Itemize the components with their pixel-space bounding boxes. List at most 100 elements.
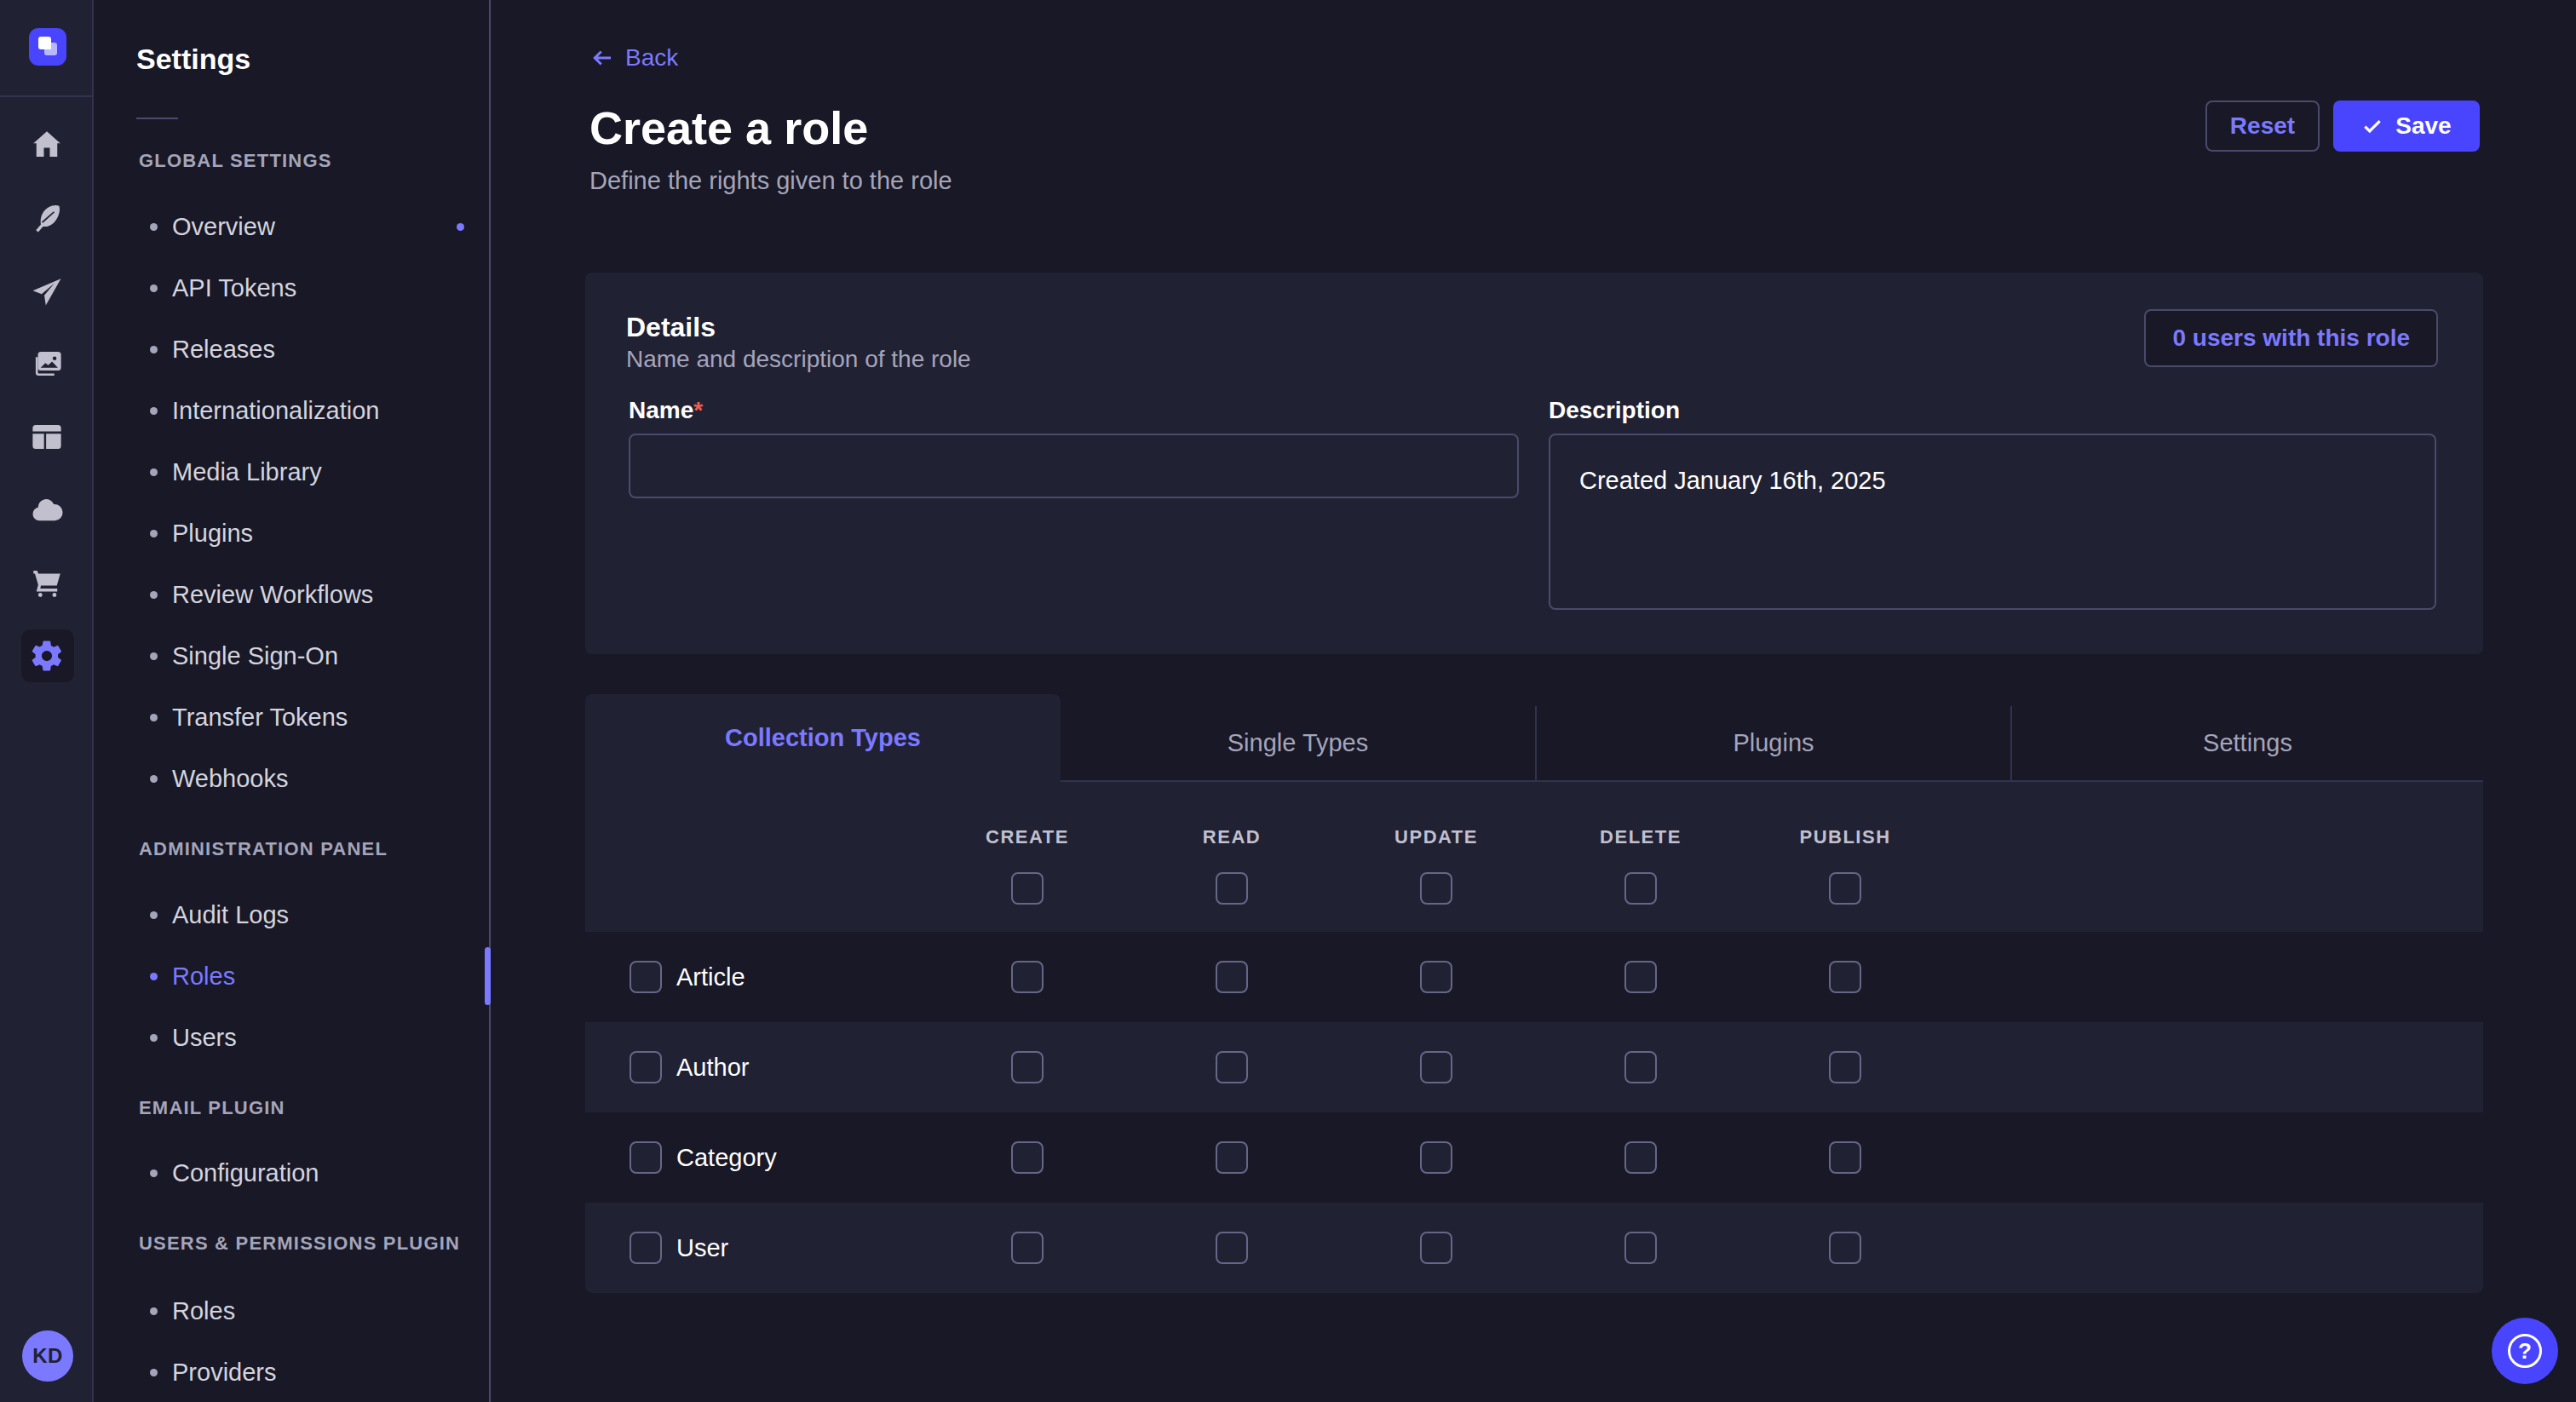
permission-row-author: Author — [585, 1022, 2483, 1112]
sidebar-item-label: Webhooks — [172, 765, 289, 793]
sidebar-item-media-library[interactable]: Media Library — [95, 441, 489, 503]
user-read-checkbox[interactable] — [1216, 1232, 1248, 1264]
save-button[interactable]: Save — [2333, 101, 2480, 152]
user-avatar[interactable]: KD — [22, 1330, 73, 1382]
nav-rail: KD — [0, 0, 94, 1402]
check-icon — [2361, 115, 2383, 137]
tab-plugins[interactable]: Plugins — [1535, 706, 2010, 780]
name-input[interactable] — [629, 434, 1519, 498]
description-label: Description — [1549, 397, 1680, 424]
select-all-read-checkbox[interactable] — [1216, 872, 1248, 905]
home-icon[interactable] — [26, 124, 67, 165]
sidebar-item-label: Roles — [172, 1297, 235, 1325]
user-publish-checkbox[interactable] — [1829, 1232, 1861, 1264]
sidebar-item-roles[interactable]: Roles — [95, 945, 489, 1007]
sidebar-title: Settings — [136, 38, 250, 79]
article-create-checkbox[interactable] — [1011, 961, 1044, 993]
author-read-checkbox[interactable] — [1216, 1051, 1248, 1083]
description-textarea[interactable]: Created January 16th, 2025 — [1549, 434, 2436, 610]
category-update-checkbox[interactable] — [1420, 1141, 1452, 1174]
media-library-icon[interactable] — [26, 343, 67, 384]
bullet-icon — [150, 714, 158, 721]
sidebar-item-api-tokens[interactable]: API Tokens — [95, 257, 489, 319]
bullet-icon — [150, 911, 158, 919]
cloud-icon[interactable] — [26, 490, 67, 531]
author-publish-checkbox[interactable] — [1829, 1051, 1861, 1083]
sidebar-item-label: Users — [172, 1024, 237, 1052]
select-all-create-checkbox[interactable] — [1011, 872, 1044, 905]
row-select-article-checkbox[interactable] — [630, 961, 662, 993]
article-read-checkbox[interactable] — [1216, 961, 1248, 993]
gear-icon[interactable] — [26, 635, 67, 676]
sidebar-item-transfer-tokens[interactable]: Transfer Tokens — [95, 687, 489, 748]
bullet-icon — [150, 468, 158, 476]
tab-single-types[interactable]: Single Types — [1061, 706, 1535, 780]
sidebar-item-label: Single Sign-On — [172, 642, 338, 670]
author-create-checkbox[interactable] — [1011, 1051, 1044, 1083]
user-delete-checkbox[interactable] — [1624, 1232, 1657, 1264]
sidebar-item-plugins[interactable]: Plugins — [95, 503, 489, 564]
sidebar-item-label: Internationalization — [172, 397, 379, 425]
tab-collection-types[interactable]: Collection Types — [585, 694, 1061, 782]
bullet-icon — [150, 775, 158, 783]
category-publish-checkbox[interactable] — [1829, 1141, 1861, 1174]
user-update-checkbox[interactable] — [1420, 1232, 1452, 1264]
strapi-logo[interactable] — [29, 28, 66, 66]
users-with-role-button[interactable]: 0 users with this role — [2144, 309, 2438, 367]
row-select-user-checkbox[interactable] — [630, 1232, 662, 1264]
column-header-publish: PUBLISH — [1743, 827, 1947, 848]
page-subtitle: Define the rights given to the role — [589, 167, 952, 194]
sidebar-item-label: API Tokens — [172, 274, 296, 302]
sidebar-item-webhooks[interactable]: Webhooks — [95, 748, 489, 809]
author-delete-checkbox[interactable] — [1624, 1051, 1657, 1083]
cart-icon[interactable] — [26, 562, 67, 603]
sidebar-item-single-sign-on[interactable]: Single Sign-On — [95, 625, 489, 687]
bullet-icon — [150, 284, 158, 292]
sidebar-item-releases[interactable]: Releases — [95, 319, 489, 380]
page-title: Create a role — [589, 103, 868, 152]
row-label: Author — [676, 1054, 925, 1082]
sidebar-section-label: ADMINISTRATION PANEL — [139, 837, 388, 861]
author-update-checkbox[interactable] — [1420, 1051, 1452, 1083]
row-label: User — [676, 1234, 925, 1262]
sidebar-item-overview[interactable]: Overview — [95, 196, 489, 257]
column-header-create: CREATE — [925, 827, 1130, 848]
sidebar-item-internationalization[interactable]: Internationalization — [95, 380, 489, 441]
select-all-publish-checkbox[interactable] — [1829, 872, 1861, 905]
article-delete-checkbox[interactable] — [1624, 961, 1657, 993]
bullet-icon — [150, 1307, 158, 1315]
article-update-checkbox[interactable] — [1420, 961, 1452, 993]
sidebar-item-roles[interactable]: Roles — [95, 1280, 489, 1342]
bullet-icon — [150, 530, 158, 537]
column-header-delete: DELETE — [1538, 827, 1743, 848]
sidebar-item-audit-logs[interactable]: Audit Logs — [95, 884, 489, 945]
sidebar-item-label: Plugins — [172, 520, 253, 548]
bullet-icon — [150, 1034, 158, 1042]
category-read-checkbox[interactable] — [1216, 1141, 1248, 1174]
help-button[interactable]: ? — [2492, 1318, 2558, 1384]
row-select-author-checkbox[interactable] — [630, 1051, 662, 1083]
sidebar-item-providers[interactable]: Providers — [95, 1342, 489, 1402]
article-publish-checkbox[interactable] — [1829, 961, 1861, 993]
layout-icon[interactable] — [26, 417, 67, 457]
select-all-delete-checkbox[interactable] — [1624, 872, 1657, 905]
sidebar-item-review-workflows[interactable]: Review Workflows — [95, 564, 489, 625]
sidebar-item-configuration[interactable]: Configuration — [95, 1142, 489, 1204]
tab-settings[interactable]: Settings — [2010, 706, 2483, 780]
bullet-icon — [150, 346, 158, 353]
sidebar-item-users[interactable]: Users — [95, 1007, 489, 1068]
user-create-checkbox[interactable] — [1011, 1232, 1044, 1264]
bullet-icon — [150, 973, 158, 980]
send-icon[interactable] — [26, 271, 67, 312]
select-all-update-checkbox[interactable] — [1420, 872, 1452, 905]
category-delete-checkbox[interactable] — [1624, 1141, 1657, 1174]
details-card: Details Name and description of the role… — [585, 273, 2483, 654]
question-mark-icon: ? — [2508, 1334, 2542, 1368]
feather-icon[interactable] — [26, 198, 67, 238]
bullet-icon — [150, 591, 158, 599]
row-select-category-checkbox[interactable] — [630, 1141, 662, 1174]
category-create-checkbox[interactable] — [1011, 1141, 1044, 1174]
back-link[interactable]: Back — [589, 44, 678, 72]
rail-divider — [0, 95, 94, 97]
reset-button[interactable]: Reset — [2205, 101, 2320, 152]
